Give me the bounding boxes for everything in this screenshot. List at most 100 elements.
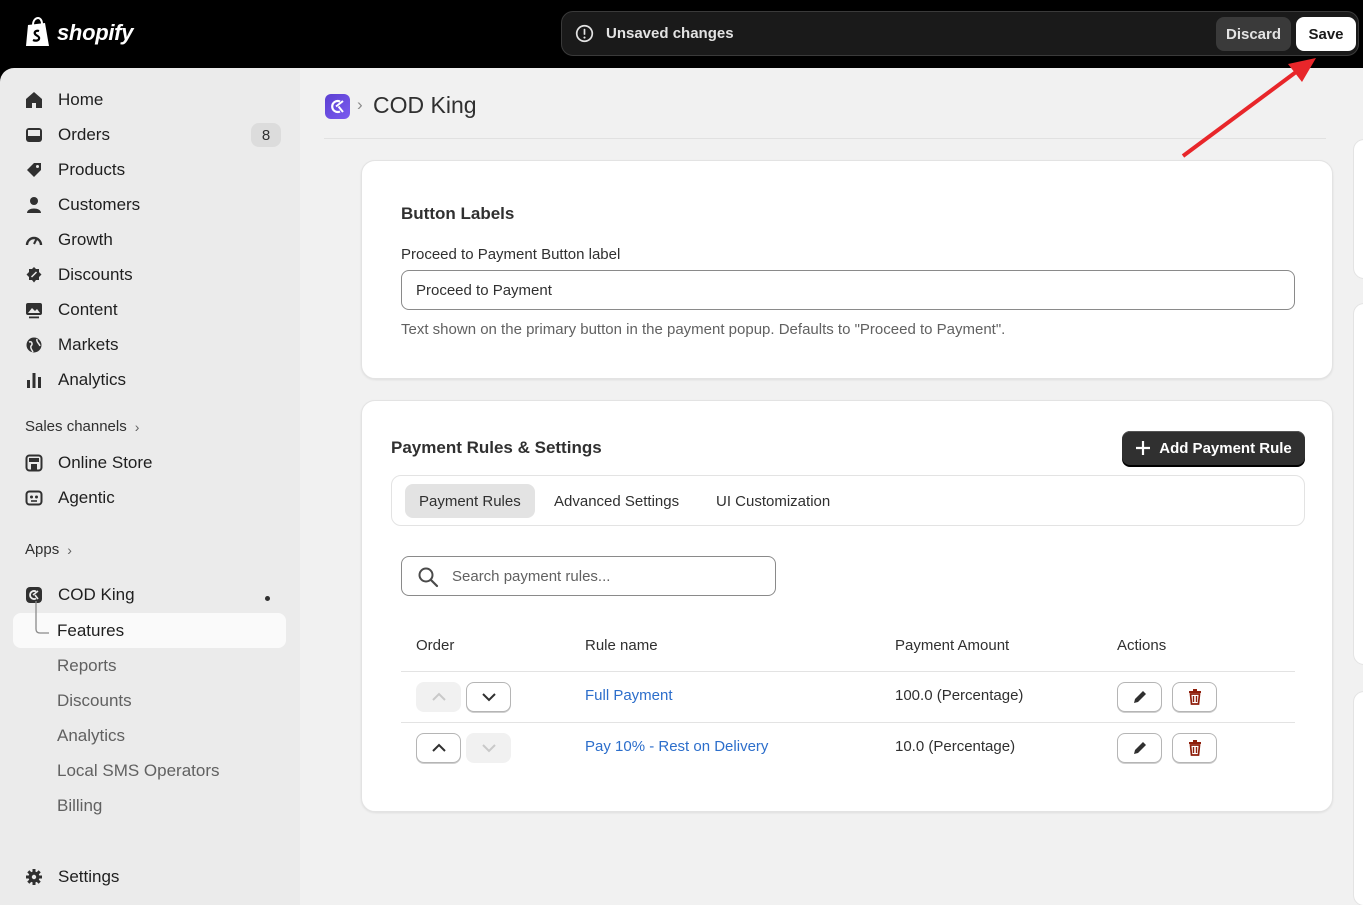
chevron-right-icon: ›: [134, 418, 140, 435]
discount-icon: [24, 265, 44, 285]
sidebar-item-analytics[interactable]: Analytics: [24, 365, 126, 395]
sidebar-item-orders[interactable]: Orders: [24, 120, 110, 150]
sidebar-subitem-billing[interactable]: Billing: [57, 796, 102, 816]
tree-connector-icon: [35, 601, 49, 634]
active-subitem-highlight: [13, 613, 286, 648]
plus-icon: [1136, 441, 1151, 455]
proceed-button-label-field[interactable]: Proceed to Payment: [401, 270, 1295, 310]
sidebar-item-customers[interactable]: Customers: [24, 190, 140, 220]
table-divider: [401, 671, 1295, 672]
chevron-down-icon: [481, 693, 496, 702]
edit-rule-button[interactable]: [1117, 733, 1162, 763]
sidebar-item-settings[interactable]: Settings: [24, 862, 119, 892]
tab-payment-rules[interactable]: Payment Rules: [405, 484, 535, 518]
tab-advanced-settings[interactable]: Advanced Settings: [540, 484, 693, 518]
side-card-edge: [1354, 304, 1363, 664]
sidebar-item-home[interactable]: Home: [24, 85, 103, 115]
sidebar-subitem-features[interactable]: Features: [57, 621, 124, 641]
sidebar-item-agentic[interactable]: Agentic: [24, 483, 115, 513]
sidebar-item-label: Products: [58, 160, 126, 179]
add-payment-rule-button[interactable]: Add Payment Rule: [1122, 431, 1305, 465]
sidebar-item-content[interactable]: Content: [24, 295, 118, 325]
chevron-up-icon: [431, 743, 446, 752]
pencil-icon: [1133, 742, 1146, 754]
side-card-edge: [1354, 692, 1363, 905]
table-divider: [401, 722, 1295, 723]
sidebar-item-label: Home: [58, 90, 104, 109]
gauge-icon: [24, 230, 44, 250]
chevron-up-icon: [431, 692, 446, 701]
shopify-bag-icon: [26, 17, 49, 46]
rule-name-link[interactable]: Pay 10% - Rest on Delivery: [585, 738, 768, 755]
move-up-button[interactable]: [416, 682, 461, 712]
payment-amount: 100.0 (Percentage): [895, 687, 1024, 704]
sidebar-item-label: Markets: [58, 335, 119, 354]
card-title: Payment Rules & Settings: [391, 438, 602, 457]
side-card-edge: [1354, 140, 1363, 278]
breadcrumb-separator: ›: [357, 95, 363, 114]
move-down-button[interactable]: [466, 682, 511, 712]
pencil-icon: [1133, 691, 1146, 703]
sidebar-subitem-analytics[interactable]: Analytics: [57, 726, 125, 746]
globe-icon: [24, 335, 44, 355]
brand-name: shopify: [57, 19, 134, 45]
apps-header[interactable]: Apps ›: [25, 541, 72, 558]
search-icon: [418, 567, 439, 588]
orders-icon: [24, 125, 44, 145]
sidebar: Home Orders 8 Products Customers Growth …: [0, 68, 300, 905]
orders-count-badge: 8: [251, 123, 281, 147]
alert-circle-icon: [575, 24, 594, 43]
person-icon: [24, 195, 44, 215]
delete-rule-button[interactable]: [1172, 682, 1217, 712]
field-label: Proceed to Payment Button label: [401, 246, 621, 263]
column-header-rule-name: Rule name: [585, 637, 658, 654]
column-header-order: Order: [416, 637, 455, 654]
shopify-logo[interactable]: shopify: [24, 17, 133, 48]
sales-channels-header[interactable]: Sales channels ›: [25, 418, 139, 435]
cod-king-logo-icon[interactable]: [325, 94, 350, 119]
sidebar-item-label: Agentic: [58, 488, 115, 507]
sidebar-subitem-reports[interactable]: Reports: [57, 656, 117, 676]
top-bar: shopify Unsaved changes Discard Save: [0, 0, 1363, 68]
sidebar-subitem-local-sms-operators[interactable]: Local SMS Operators: [57, 761, 220, 781]
sidebar-item-products[interactable]: Products: [24, 155, 125, 185]
discard-button[interactable]: Discard: [1216, 17, 1291, 51]
payment-rules-card: Payment Rules & Settings Add Payment Rul…: [361, 400, 1333, 812]
agentic-icon: [24, 488, 44, 508]
image-icon: [24, 300, 44, 320]
section-label: Sales channels: [25, 418, 127, 435]
rule-name-link[interactable]: Full Payment: [585, 687, 673, 704]
search-placeholder: Search payment rules...: [452, 568, 611, 585]
trash-icon: [1188, 689, 1201, 705]
unsaved-changes-text: Unsaved changes: [606, 25, 734, 42]
store-icon: [24, 453, 44, 473]
payment-amount: 10.0 (Percentage): [895, 738, 1016, 755]
active-app-dot: [265, 596, 270, 601]
sidebar-item-markets[interactable]: Markets: [24, 330, 118, 360]
edit-rule-button[interactable]: [1117, 682, 1162, 712]
page-title: COD King: [373, 92, 477, 118]
sidebar-item-discounts[interactable]: Discounts: [24, 260, 133, 290]
home-icon: [24, 90, 44, 110]
sidebar-item-label: Growth: [58, 230, 113, 249]
section-label: Apps: [25, 541, 60, 558]
move-down-button[interactable]: [466, 733, 511, 763]
unsaved-changes-bar: Unsaved changes Discard Save: [561, 11, 1359, 56]
move-up-button[interactable]: [416, 733, 461, 763]
bar-chart-icon: [24, 370, 44, 390]
sidebar-subitem-discounts[interactable]: Discounts: [57, 691, 132, 711]
save-button[interactable]: Save: [1296, 17, 1356, 51]
sidebar-item-online-store[interactable]: Online Store: [24, 448, 153, 478]
button-label: Add Payment Rule: [1159, 439, 1292, 457]
sidebar-item-growth[interactable]: Growth: [24, 225, 113, 255]
trash-icon: [1188, 740, 1201, 756]
sidebar-item-label: Customers: [58, 195, 141, 214]
header-divider: [324, 138, 1326, 139]
sidebar-item-label: Orders: [58, 125, 110, 144]
search-input[interactable]: Search payment rules...: [401, 556, 776, 596]
column-header-payment-amount: Payment Amount: [895, 637, 1010, 654]
tab-ui-customization[interactable]: UI Customization: [702, 484, 844, 518]
delete-rule-button[interactable]: [1172, 733, 1217, 763]
chevron-right-icon: ›: [67, 541, 72, 558]
sidebar-item-label: Discounts: [58, 265, 133, 284]
